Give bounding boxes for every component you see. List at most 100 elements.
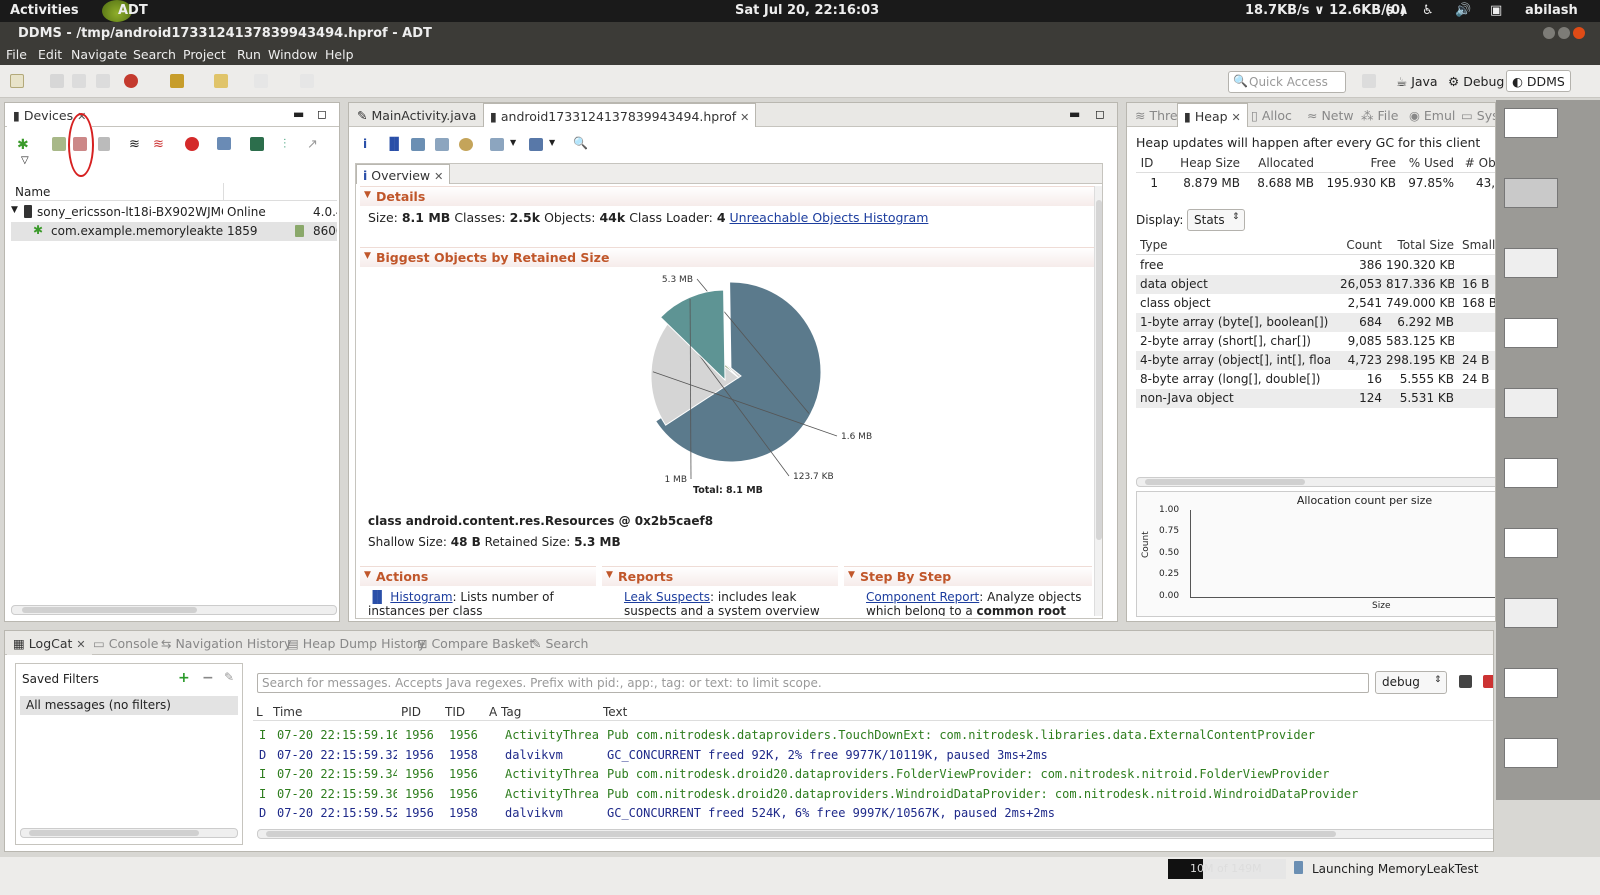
systrace-icon[interactable]: ⫶ (283, 137, 286, 152)
run-report-icon[interactable] (490, 138, 504, 151)
tab-compare-basket[interactable]: ⊞ Compare Basket (411, 631, 540, 655)
close-icon[interactable]: ✕ (434, 170, 443, 183)
battery-icon[interactable]: ▣ (1490, 3, 1502, 18)
menu-run[interactable]: Run (237, 47, 261, 62)
client-row[interactable]: ✱ com.example.memoryleaktest 1859 8600 (11, 222, 337, 241)
heap-type-row[interactable]: free 386 190.320 KB (1136, 256, 1495, 275)
heap-type-row[interactable]: 1-byte array (byte[], boolean[]) 684 6.292… (1136, 313, 1495, 332)
tab-threads[interactable]: ≋ Thre (1129, 103, 1184, 127)
heap-summary-row[interactable]: 1 8.879 MB 8.688 MB 195.930 KB 97.85% 43… (1136, 174, 1495, 193)
print-icon[interactable] (96, 74, 110, 88)
col-free[interactable]: Free (1316, 156, 1396, 170)
oql-icon[interactable] (435, 138, 449, 151)
display-select[interactable]: Stats ⇕ (1187, 209, 1245, 231)
col-type[interactable]: Type (1140, 238, 1330, 252)
debug-run-icon[interactable] (124, 74, 138, 88)
workspace-thumbnail[interactable] (1504, 598, 1558, 628)
leak-suspects-link[interactable]: Leak Suspects (624, 590, 710, 604)
histogram-link[interactable]: Histogram (390, 590, 452, 604)
col-total-size[interactable]: Total Size (1386, 238, 1454, 252)
vertical-scrollbar[interactable] (1094, 186, 1102, 616)
tab-search[interactable]: ✎ Search (525, 631, 594, 655)
thread-overview-icon[interactable] (459, 138, 473, 151)
workspace-thumbnail[interactable] (1504, 668, 1558, 698)
info-icon[interactable]: i (363, 137, 367, 151)
expand-triangle-icon[interactable]: ▼ (11, 205, 18, 215)
col-text[interactable]: Text (603, 705, 803, 719)
log-row[interactable]: I 07-20 22:15:59.16 1956 1956 ActivityThread… (253, 727, 1493, 746)
col-id[interactable]: ID (1136, 156, 1158, 170)
minimize-window-button[interactable] (1543, 27, 1555, 39)
quick-access-input[interactable]: 🔍 Quick Access (1228, 71, 1346, 93)
clock[interactable]: Sat Jul 20, 22:16:03 (735, 3, 879, 18)
search-icon[interactable]: 🔍 (573, 136, 588, 150)
col-count[interactable]: Count (1336, 238, 1382, 252)
tab-system-info[interactable]: ▭ Syst (1455, 103, 1495, 127)
col-heap-size[interactable]: Heap Size (1160, 156, 1240, 170)
tab-emulator-control[interactable]: ◉ Emul (1403, 103, 1461, 127)
volume-icon[interactable]: 🔊 (1455, 3, 1471, 18)
screen-capture-icon[interactable] (217, 137, 231, 150)
workspace-thumbnail[interactable] (1504, 178, 1558, 208)
actions-section-header[interactable]: ▼ Actions (360, 566, 596, 586)
close-icon[interactable]: ✕ (740, 111, 749, 124)
workspace-thumbnail[interactable] (1504, 528, 1558, 558)
minimize-icon[interactable]: ▬ (293, 107, 304, 121)
perspective-java[interactable]: ☕ Java (1396, 74, 1438, 89)
col-tid[interactable]: TID (445, 705, 485, 719)
query-browser-icon[interactable] (529, 138, 543, 151)
save-log-icon[interactable] (1459, 675, 1472, 688)
workspace-thumbnail[interactable] (1504, 108, 1558, 138)
dump-view-hierarchy-icon[interactable] (250, 137, 264, 151)
scrollbar-thumb[interactable] (1096, 200, 1102, 540)
heap-type-row[interactable]: 4-byte array (object[], int[], float[]) 4… (1136, 351, 1495, 370)
step-by-step-section-header[interactable]: ▼ Step By Step (844, 566, 1092, 586)
tab-hprof[interactable]: ▮ android1733124137839943494.hprof ✕ (483, 103, 757, 127)
scrollbar-thumb[interactable] (1145, 479, 1305, 485)
workspace-thumbnail[interactable] (1504, 738, 1558, 768)
log-row[interactable]: D 07-20 22:15:59.52 1956 1958 dalvikvm GC_CON… (253, 805, 1493, 824)
menu-project[interactable]: Project (183, 47, 226, 62)
col-time[interactable]: Time (273, 705, 393, 719)
heap-type-row[interactable]: 8-byte array (long[], double[]) 16 5.555 K… (1136, 370, 1495, 389)
save-icon[interactable] (50, 74, 64, 88)
tab-navigation-history[interactable]: ⇆ Navigation History (155, 631, 297, 655)
tab-logcat[interactable]: ▦ LogCat ✕ (7, 631, 92, 655)
horizontal-scrollbar[interactable] (257, 829, 1493, 839)
horizontal-scrollbar[interactable] (11, 605, 337, 615)
col-objects[interactable]: # Objects (1456, 156, 1495, 170)
message-count[interactable]: (0) (1385, 3, 1406, 18)
all-messages-filter[interactable]: All messages (no filters) (20, 696, 238, 715)
horizontal-scrollbar[interactable] (1136, 477, 1495, 487)
perspective-ddms[interactable]: ◐ DDMS (1506, 70, 1571, 92)
tab-console[interactable]: ▭ Console (87, 631, 164, 655)
remove-filter-icon[interactable]: − (202, 670, 214, 686)
tab-mainactivity[interactable]: ✎ MainActivity.java (351, 103, 482, 127)
clear-log-icon[interactable] (1483, 675, 1493, 688)
open-perspective-icon[interactable] (1362, 74, 1376, 88)
menu-window[interactable]: Window (268, 47, 317, 62)
forward-icon[interactable] (254, 74, 268, 88)
start-method-profiling-icon[interactable]: ≋ (153, 137, 164, 152)
debug-process-icon[interactable]: ✱ (17, 137, 29, 153)
logcat-search-input[interactable]: Search for messages. Accepts Java regexe… (257, 673, 1369, 693)
activities-button[interactable]: Activities (10, 3, 79, 18)
biggest-objects-pie-chart[interactable]: 5.3 MB 1.6 MB 123.7 KB 1 MB Total: 8.1 MB (576, 264, 916, 504)
workspace-thumbnail[interactable] (1504, 248, 1558, 278)
col-used[interactable]: % Used (1398, 156, 1454, 170)
maximize-icon[interactable]: ◻ (1095, 107, 1105, 121)
histogram-icon[interactable]: ▐▌ (385, 137, 403, 151)
tab-heap[interactable]: ▮ Heap ✕ (1177, 103, 1248, 127)
perspective-debug[interactable]: ⚙ Debug (1448, 74, 1504, 89)
workspace-thumbnail[interactable] (1504, 388, 1558, 418)
horizontal-scrollbar[interactable] (20, 828, 238, 838)
back-icon[interactable] (214, 74, 228, 88)
view-menu-chevron-down-icon[interactable]: ▽ (21, 155, 29, 166)
accessibility-icon[interactable]: ♿ (1422, 3, 1434, 18)
dropdown-chevron-down-icon[interactable]: ▼ (549, 138, 555, 147)
scrollbar-thumb[interactable] (29, 830, 199, 836)
col-pid[interactable]: PID (401, 705, 441, 719)
tab-allocation-tracker[interactable]: ▯ Alloc (1245, 103, 1298, 127)
maximize-window-button[interactable] (1558, 27, 1570, 39)
component-report-link[interactable]: Component Report (866, 590, 979, 604)
